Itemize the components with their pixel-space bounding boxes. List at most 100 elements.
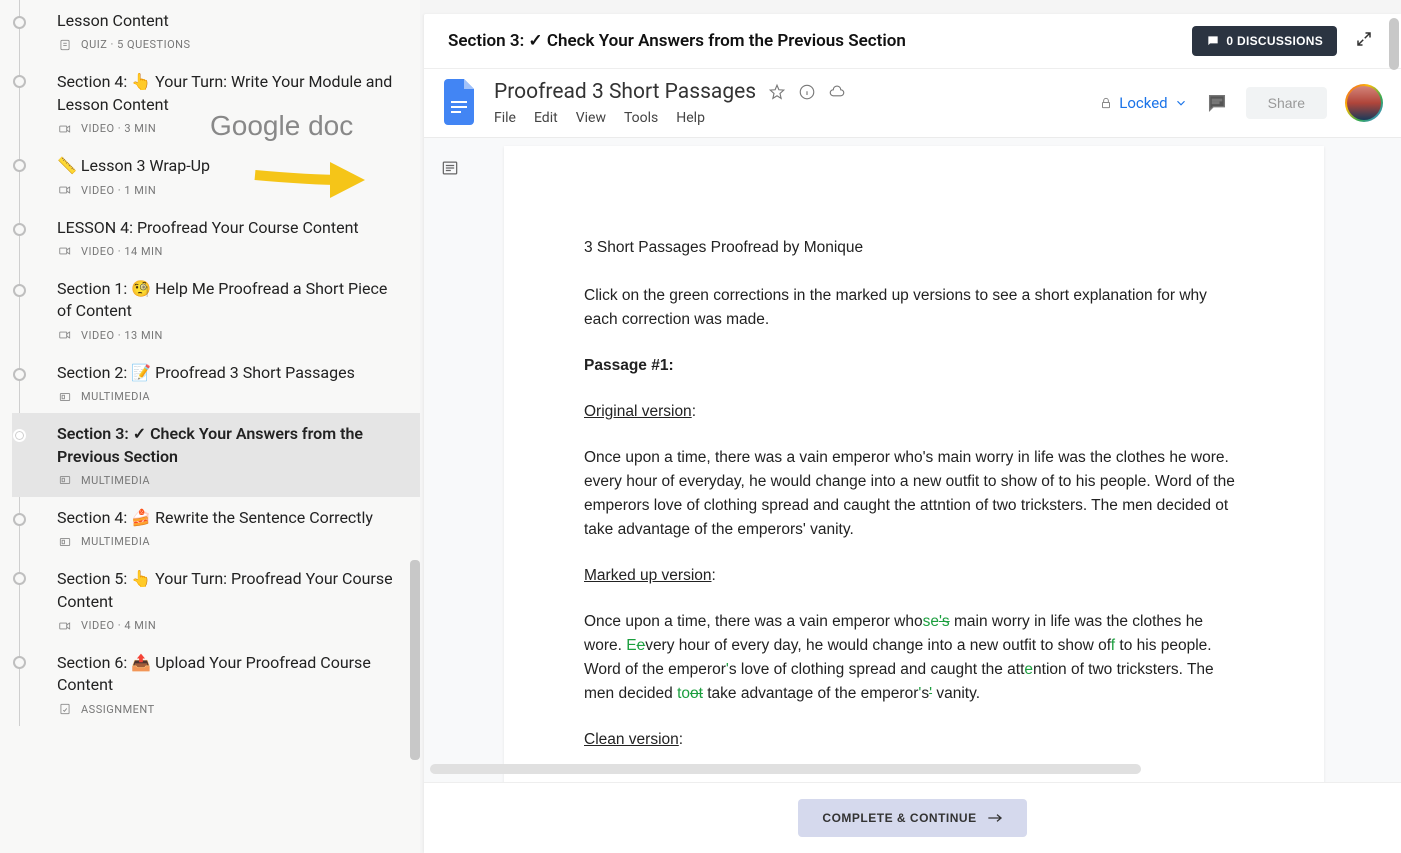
discussions-label: 0 DISCUSSIONS — [1226, 34, 1323, 48]
video-icon — [57, 123, 73, 135]
cloud-button[interactable] — [828, 83, 846, 101]
original-version-label: Original version — [584, 403, 692, 420]
doc-menu-help[interactable]: Help — [676, 110, 705, 126]
sidebar-item-meta: VIDEO · 4 MIN — [57, 619, 400, 632]
sidebar-item-meta: QUIZ · 5 QUESTIONS — [57, 38, 400, 51]
multimedia-icon — [57, 536, 73, 548]
doc-topbar: Proofread 3 Short Passages File Edit View T… — [424, 69, 1401, 127]
sidebar-item-meta: VIDEO · 3 MIN — [57, 122, 400, 135]
expand-icon — [1355, 30, 1373, 48]
progress-circle — [13, 368, 26, 381]
sidebar-item-title: LESSON 4: Proofread Your Course Content — [57, 217, 400, 239]
multimedia-icon — [57, 391, 73, 403]
clean-version-label: Clean version — [584, 731, 679, 748]
video-icon — [57, 245, 73, 257]
chevron-down-icon — [1174, 96, 1188, 110]
sidebar-item-6[interactable]: Section 3: ✓ Check Your Answers from the… — [12, 413, 420, 497]
outline-toggle[interactable] — [440, 158, 460, 182]
doc-title[interactable]: Proofread 3 Short Passages — [494, 80, 756, 104]
sidebar-item-meta: MULTIMEDIA — [57, 474, 400, 487]
doc-menu-edit[interactable]: Edit — [534, 110, 558, 126]
sidebar-item-meta: VIDEO · 1 MIN — [57, 184, 400, 197]
doc-body: 3 Short Passages Proofread by Monique Cl… — [424, 137, 1401, 782]
sidebar-item-title: Lesson Content — [57, 10, 400, 32]
multimedia-icon — [57, 474, 73, 486]
sidebar-item-9[interactable]: Section 6: 📤 Upload Your Proofread Cours… — [12, 642, 420, 726]
chat-icon — [1206, 34, 1220, 48]
passage-label: Passage #1: — [584, 357, 674, 374]
main-content: Section 3: ✓ Check Your Answers from the… — [424, 14, 1401, 853]
doc-menu-bar: File Edit View Tools Help — [494, 110, 1083, 126]
locked-label: Locked — [1119, 94, 1167, 112]
sidebar-item-7[interactable]: Section 4: 🍰 Rewrite the Sentence Correc… — [12, 497, 420, 558]
video-icon — [57, 620, 73, 632]
progress-circle — [13, 429, 26, 442]
sidebar-item-title: 📏 Lesson 3 Wrap-Up — [57, 155, 400, 177]
sidebar-item-4[interactable]: Section 1: 🧐 Help Me Proofread a Short P… — [12, 268, 420, 352]
complete-continue-button[interactable]: COMPLETE & CONTINUE — [798, 799, 1026, 837]
progress-circle — [13, 16, 26, 29]
google-doc-frame: Proofread 3 Short Passages File Edit View T… — [424, 69, 1401, 782]
sidebar-item-2[interactable]: 📏 Lesson 3 Wrap-Up VIDEO · 1 MIN — [12, 145, 420, 206]
clean-version-block: Clean version: — [584, 728, 1244, 752]
sidebar-item-meta: VIDEO · 14 MIN — [57, 245, 400, 258]
doc-page[interactable]: 3 Short Passages Proofread by Monique Cl… — [504, 146, 1324, 782]
progress-circle — [13, 75, 26, 88]
doc-intro: Click on the green corrections in the ma… — [584, 284, 1244, 332]
sidebar-item-title: Section 4: 🍰 Rewrite the Sentence Correc… — [57, 507, 400, 529]
sidebar-item-meta: MULTIMEDIA — [57, 535, 400, 548]
progress-circle — [13, 223, 26, 236]
video-icon — [57, 184, 73, 196]
discussions-button[interactable]: 0 DISCUSSIONS — [1192, 26, 1337, 56]
sidebar-item-3[interactable]: LESSON 4: Proofread Your Course Content V… — [12, 207, 420, 268]
course-sidebar: Lesson Content QUIZ · 5 QUESTIONS Section … — [0, 0, 420, 853]
continue-label: COMPLETE & CONTINUE — [822, 811, 976, 825]
doc-menu-file[interactable]: File — [494, 110, 516, 126]
progress-circle — [13, 513, 26, 526]
expand-button[interactable] — [1351, 26, 1377, 56]
sidebar-item-5[interactable]: Section 2: 📝 Proofread 3 Short Passages M… — [12, 352, 420, 413]
progress-circle — [13, 284, 26, 297]
marked-version-text: Once upon a time, there was a vain emper… — [584, 610, 1244, 706]
doc-menu-tools[interactable]: Tools — [624, 110, 658, 126]
sidebar-item-title: Section 5: 👆 Your Turn: Proofread Your C… — [57, 568, 400, 613]
video-icon — [57, 329, 73, 341]
marked-version-block: Marked up version: — [584, 564, 1244, 588]
sidebar-item-0[interactable]: Lesson Content QUIZ · 5 QUESTIONS — [12, 0, 420, 61]
sidebar-item-title: Section 4: 👆 Your Turn: Write Your Modul… — [57, 71, 400, 116]
docs-icon — [442, 79, 478, 127]
content-header: Section 3: ✓ Check Your Answers from the… — [424, 14, 1401, 69]
sidebar-item-title: Section 3: ✓ Check Your Answers from the… — [57, 423, 400, 468]
content-footer: COMPLETE & CONTINUE — [424, 782, 1401, 853]
main-scrollbar[interactable] — [1389, 18, 1399, 70]
original-version-block: Original version: — [584, 400, 1244, 424]
sidebar-item-title: Section 6: 📤 Upload Your Proofread Cours… — [57, 652, 400, 697]
progress-circle — [13, 572, 26, 585]
sidebar-item-title: Section 1: 🧐 Help Me Proofread a Short P… — [57, 278, 400, 323]
sidebar-item-meta: ASSIGNMENT — [57, 703, 400, 716]
lock-icon — [1099, 96, 1113, 110]
marked-version-label: Marked up version — [584, 567, 712, 584]
star-button[interactable] — [768, 83, 786, 101]
share-button[interactable]: Share — [1246, 87, 1327, 119]
doc-heading: 3 Short Passages Proofread by Monique — [584, 236, 1244, 260]
original-version-text: Once upon a time, there was a vain emper… — [584, 446, 1244, 542]
sidebar-scrollbar[interactable] — [410, 560, 420, 760]
comments-button[interactable] — [1206, 92, 1228, 114]
sidebar-item-1[interactable]: Section 4: 👆 Your Turn: Write Your Modul… — [12, 61, 420, 145]
locked-dropdown[interactable]: Locked — [1099, 94, 1187, 112]
sidebar-item-meta: VIDEO · 13 MIN — [57, 329, 400, 342]
user-avatar[interactable] — [1345, 84, 1383, 122]
assignment-icon — [57, 703, 73, 715]
sidebar-item-8[interactable]: Section 5: 👆 Your Turn: Proofread Your C… — [12, 558, 420, 642]
doc-horizontal-scrollbar[interactable] — [430, 764, 1141, 774]
info-button[interactable] — [798, 83, 816, 101]
progress-circle — [13, 656, 26, 669]
progress-circle — [13, 159, 26, 172]
quiz-icon — [57, 39, 73, 51]
sidebar-item-title: Section 2: 📝 Proofread 3 Short Passages — [57, 362, 400, 384]
section-title: Section 3: ✓ Check Your Answers from the… — [448, 31, 1192, 51]
doc-menu-view[interactable]: View — [576, 110, 606, 126]
sidebar-item-meta: MULTIMEDIA — [57, 390, 400, 403]
arrow-right-icon — [987, 812, 1003, 824]
